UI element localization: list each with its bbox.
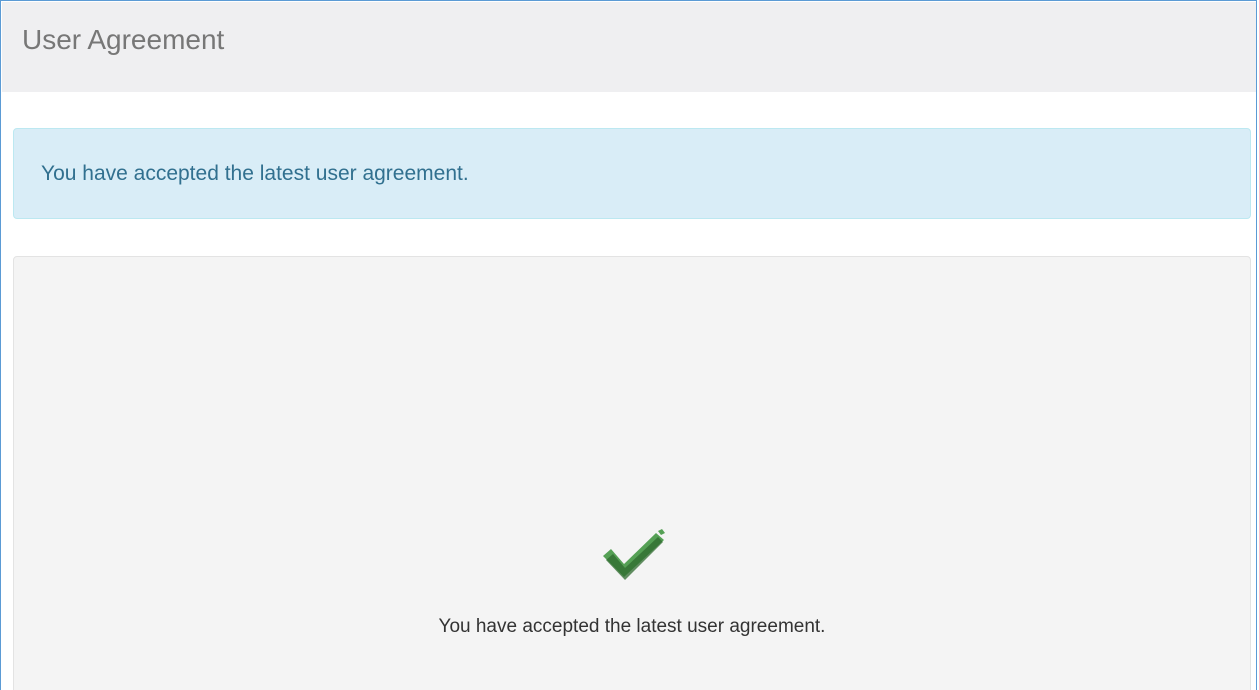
confirmation-message: You have accepted the latest user agreem… xyxy=(438,616,826,637)
confirmation-panel: You have accepted the latest user agreem… xyxy=(13,256,1251,690)
checkmark-icon xyxy=(603,529,665,580)
info-alert: You have accepted the latest user agreem… xyxy=(13,128,1251,219)
page-frame: User Agreement You have accepted the lat… xyxy=(0,0,1257,690)
alert-message: You have accepted the latest user agreem… xyxy=(41,162,469,185)
page-title: User Agreement xyxy=(22,24,225,55)
page-header: User Agreement xyxy=(2,2,1256,92)
